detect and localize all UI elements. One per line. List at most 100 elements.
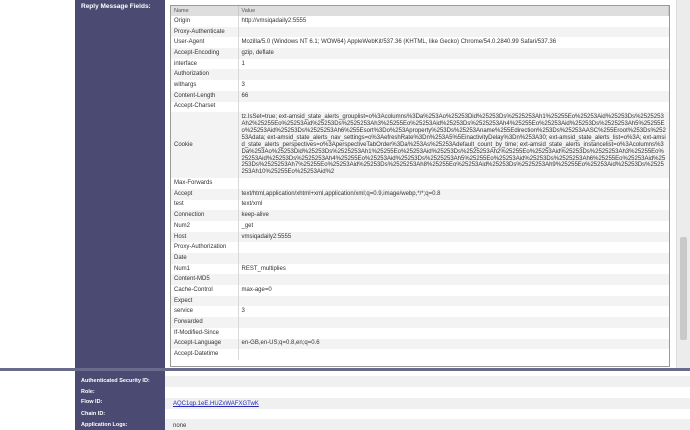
header-value-cell: keep-alive — [238, 210, 669, 221]
table-row[interactable]: Host vmsiqadaily2:5555 — [171, 231, 669, 243]
header-value-cell: tz.IsSet=true; ext-amsid_state_alerts_gr… — [238, 112, 669, 179]
header-name-cell: If-Modified-Since — [171, 327, 239, 339]
table-row[interactable]: Proxy-Authorization — [171, 242, 669, 254]
header-name-cell: Origin — [171, 16, 239, 27]
header-name-cell: Proxy-Authorization — [171, 242, 239, 254]
table-row[interactable]: Num1 REST_multiplies — [171, 263, 669, 275]
table-row[interactable]: Accept-Charset — [171, 101, 669, 113]
header-value-cell: REST_multiplies — [238, 263, 669, 275]
row-stripe — [165, 376, 690, 387]
reply-message-fields-label: Reply Message Fields: — [81, 3, 151, 10]
header-name-cell: Content-Length — [171, 90, 239, 102]
chain-id-label: Chain ID: — [81, 411, 106, 417]
table-row[interactable]: test text/xml — [171, 199, 669, 211]
header-value-cell — [238, 349, 669, 360]
table-row[interactable]: Cache-Control max-age=0 — [171, 285, 669, 296]
header-value-cell — [238, 101, 669, 113]
table-row[interactable]: Connection keep-alive — [171, 210, 669, 221]
header-name-cell: Forwarded — [171, 317, 239, 328]
table-row[interactable]: Accept text/html,application/xhtml+xml,ap… — [171, 188, 669, 200]
details-values-panel: AQC1qp.1eE.HUZxWAFXGTwK none — [165, 371, 690, 430]
column-header-name[interactable]: Name — [171, 6, 239, 16]
table-header-row: Name Value — [171, 6, 669, 16]
flow-id-label: Flow ID: — [81, 399, 103, 405]
header-value-cell: 3 — [238, 306, 669, 318]
table-row[interactable]: Max-Forwards — [171, 178, 669, 189]
reply-fields-sidebar: Reply Message Fields: — [75, 0, 165, 368]
application-logs-value: none — [173, 423, 187, 429]
header-value-cell: en-GB,en-US;q=0.8,en;q=0.6 — [238, 338, 669, 350]
header-name-cell: Proxy-Authenticate — [171, 26, 239, 38]
header-value-cell: gzip, deflate — [238, 48, 669, 59]
header-name-cell: Content-MD5 — [171, 274, 239, 286]
header-value-cell: text/xml — [238, 199, 669, 211]
table-row[interactable]: withargs 3 — [171, 80, 669, 91]
vertical-scrollbar[interactable] — [676, 0, 690, 368]
details-labels-panel: Authenticated Security ID: Role: Flow ID… — [75, 371, 165, 430]
header-name-cell: Expect — [171, 295, 239, 307]
table-row[interactable]: Proxy-Authenticate — [171, 26, 669, 38]
table-row[interactable]: Origin http://vmsiqadaily2:5555 — [171, 16, 669, 27]
table-row[interactable]: Accept-Language en-GB,en-US;q=0.8,en;q=0.… — [171, 338, 669, 350]
flow-id-link[interactable]: AQC1qp.1eE.HUZxWAFXGTwK — [173, 401, 259, 407]
header-value-cell — [238, 317, 669, 328]
header-value-cell — [238, 242, 669, 254]
application-logs-label: Application Logs: — [81, 422, 128, 428]
header-value-cell — [238, 295, 669, 307]
header-name-cell: User-Agent — [171, 37, 239, 49]
table-row[interactable]: User-Agent Mozilla/5.0 (Windows NT 6.1; W… — [171, 37, 669, 49]
row-stripe — [165, 419, 690, 430]
header-name-cell: Accept-Charset — [171, 101, 239, 113]
header-value-cell: vmsiqadaily2:5555 — [238, 231, 669, 243]
table-row[interactable]: interface 1 — [171, 58, 669, 70]
header-name-cell: Max-Forwards — [171, 178, 239, 189]
header-name-cell: Host — [171, 231, 239, 243]
header-name-cell: Cache-Control — [171, 285, 239, 296]
header-value-cell: text/html,application/xhtml+xml,applicat… — [238, 188, 669, 200]
header-name-cell: Connection — [171, 210, 239, 221]
header-value-cell: 3 — [238, 80, 669, 91]
header-name-cell: Accept-Datetime — [171, 349, 239, 360]
header-name-cell: Accept — [171, 188, 239, 200]
header-name-cell: service — [171, 306, 239, 318]
headers-table-container: Name Value Origin http://vmsiqadaily2:555… — [170, 5, 670, 367]
table-row[interactable]: Authorization — [171, 69, 669, 81]
table-row[interactable]: Forwarded — [171, 317, 669, 328]
table-row[interactable]: Accept-Datetime — [171, 349, 669, 360]
header-value-cell — [238, 69, 669, 81]
scrollbar-thumb[interactable] — [680, 237, 687, 340]
header-name-cell: Date — [171, 253, 239, 264]
header-name-cell: Accept-Encoding — [171, 48, 239, 59]
header-name-cell: withargs — [171, 80, 239, 91]
header-value-cell: _get — [238, 220, 669, 232]
header-name-cell: Authorization — [171, 69, 239, 81]
reply-fields-panel: Name Value Origin http://vmsiqadaily2:555… — [165, 0, 675, 368]
header-name-cell: Cookie — [171, 112, 239, 179]
header-value-cell: 1 — [238, 58, 669, 70]
table-row[interactable]: Content-Length 66 — [171, 90, 669, 102]
table-row[interactable]: Num2 _get — [171, 220, 669, 232]
table-row[interactable]: If-Modified-Since — [171, 327, 669, 339]
header-value-cell — [238, 178, 669, 189]
table-row[interactable]: Date — [171, 253, 669, 264]
header-name-cell: test — [171, 199, 239, 211]
header-value-cell: 66 — [238, 90, 669, 102]
auth-security-id-label: Authenticated Security ID: — [81, 378, 150, 384]
header-name-cell: Accept-Language — [171, 338, 239, 350]
header-name-cell: Num1 — [171, 263, 239, 275]
table-row[interactable]: service 3 — [171, 306, 669, 318]
headers-table: Name Value Origin http://vmsiqadaily2:555… — [171, 6, 669, 360]
table-row[interactable]: Accept-Encoding gzip, deflate — [171, 48, 669, 59]
header-value-cell — [238, 26, 669, 38]
header-value-cell — [238, 274, 669, 286]
table-row[interactable]: Content-MD5 — [171, 274, 669, 286]
table-row[interactable]: Cookie tz.IsSet=true; ext-amsid_state_ale… — [171, 112, 669, 179]
header-value-cell: Mozilla/5.0 (Windows NT 6.1; WOW64) Appl… — [238, 37, 669, 49]
table-row[interactable]: Expect — [171, 295, 669, 307]
header-value-cell: http://vmsiqadaily2:5555 — [238, 16, 669, 27]
header-name-cell: interface — [171, 58, 239, 70]
column-header-value[interactable]: Value — [238, 6, 669, 16]
header-value-cell: max-age=0 — [238, 285, 669, 296]
header-name-cell: Num2 — [171, 220, 239, 232]
header-value-cell — [238, 253, 669, 264]
